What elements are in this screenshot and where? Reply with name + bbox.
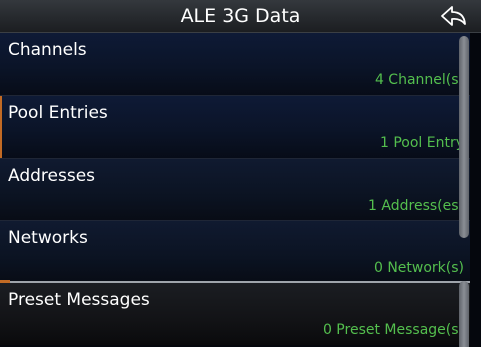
list-item-value: 0 Network(s) (373, 260, 464, 276)
back-button[interactable] (437, 2, 471, 30)
data-list: Channels 4 Channel(s) Pool Entries 1 Poo… (0, 33, 481, 347)
list-item-label: Networks (8, 228, 88, 248)
selection-marker (0, 96, 2, 158)
list-item-label: Pool Entries (8, 103, 108, 123)
list-item-value: 0 Preset Message(s) (322, 322, 464, 338)
list-item-networks[interactable]: Networks 0 Network(s) (0, 221, 470, 283)
list-item-channels[interactable]: Channels 4 Channel(s) (0, 33, 470, 95)
list-item-value: 1 Pool Entry (379, 135, 464, 151)
list-item-label: Addresses (8, 166, 96, 186)
list-item-label: Preset Messages (8, 290, 150, 310)
screen: ALE 3G Data Channels 4 Channel(s) Pool E… (0, 0, 481, 347)
list-item-pool-entries[interactable]: Pool Entries 1 Pool Entry (0, 96, 470, 158)
list-item-value: 1 Address(es) (368, 198, 464, 214)
list-item-label: Channels (8, 40, 87, 60)
title-bar: ALE 3G Data (0, 0, 481, 33)
list-item-value: 4 Channel(s) (374, 72, 464, 88)
list-item-addresses[interactable]: Addresses 1 Address(es) (0, 159, 470, 221)
scrollbar-thumb-lower[interactable] (459, 281, 469, 347)
list-item-preset-messages[interactable]: Preset Messages 0 Preset Message(s) (0, 283, 470, 345)
back-arrow-icon (441, 6, 466, 26)
page-title: ALE 3G Data (180, 5, 301, 27)
scrollbar-thumb[interactable] (459, 36, 469, 238)
